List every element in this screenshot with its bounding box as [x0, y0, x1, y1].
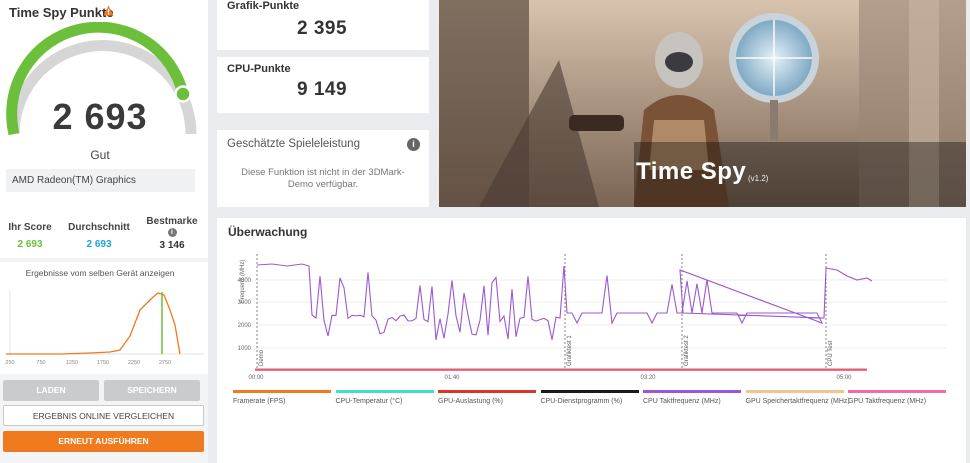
legend-label[interactable]: GPU Taktfrequenz (MHz) — [848, 398, 926, 405]
legend-swatch[interactable] — [438, 390, 536, 393]
distribution-tick-label: 2750 — [159, 360, 171, 366]
save-button[interactable]: SPEICHERN — [104, 380, 200, 401]
best-value: 3 146 — [159, 240, 185, 251]
legend-label[interactable]: CPU-Dienstprogramm (%) — [541, 398, 623, 405]
legend-label[interactable]: GPU-Auslastung (%) — [438, 398, 503, 405]
estimated-gaming-label: Geschätzte Spieleleistung — [227, 138, 360, 150]
legend-swatch[interactable] — [540, 390, 639, 393]
legend-label[interactable]: CPU Taktfrequenz (MHz) — [643, 398, 721, 405]
legend-label[interactable]: CPU-Temperatur (°C) — [336, 398, 403, 405]
legend-swatch[interactable] — [643, 390, 741, 393]
score-rating: Gut — [90, 148, 110, 162]
load-button[interactable]: LADEN — [3, 380, 99, 401]
legend-label[interactable]: Framerate (FPS) — [233, 398, 286, 405]
x-tick-label: 05:00 — [836, 375, 852, 381]
best-label: Bestmarke — [146, 216, 198, 227]
overall-score: 2 693 — [52, 96, 148, 137]
distribution-chart: 250 750 1250 1750 2250 2750 — [5, 290, 204, 366]
y-tick-label: 3000 — [238, 300, 252, 306]
x-tick-label: 00:00 — [248, 375, 264, 381]
test-marker-label: Grafiktest 1 — [567, 335, 573, 366]
info-icon[interactable]: i — [167, 228, 177, 237]
estimated-gaming-text-line1: Diese Funktion ist nicht in der 3DMark- — [241, 167, 405, 178]
cpu-score-label: CPU-Punkte — [227, 63, 291, 75]
y-tick-label: 2000 — [238, 323, 252, 329]
rerun-button[interactable]: ERNEUT AUSFÜHREN — [3, 431, 204, 452]
estimated-gaming-text: Diese Funktion ist nicht in der 3DMark- … — [227, 167, 419, 191]
gpu-name: AMD Radeon(TM) Graphics — [6, 169, 195, 192]
distribution-tick-label: 750 — [36, 360, 45, 366]
distribution-tick-label: 1750 — [97, 360, 109, 366]
your-score-value: 2 693 — [17, 239, 43, 250]
average-label: Durchschnitt — [68, 222, 130, 233]
legend-swatch[interactable] — [848, 390, 946, 393]
average-stat: Durchschnitt 2 693 — [66, 222, 132, 250]
score-sidebar: Time Spy Punkte 2 693 Gut AMD Radeon(TM)… — [0, 0, 208, 463]
graphics-score-value: 2 395 — [296, 18, 348, 39]
estimated-gaming-text-line2: Demo verfügbar. — [287, 179, 359, 190]
legend-swatch[interactable] — [335, 390, 434, 393]
graphics-score-label: Grafik-Punkte — [227, 0, 300, 12]
x-tick-label: 01:40 — [444, 375, 460, 381]
score-title: Time Spy Punkte — [9, 5, 114, 20]
warning-icon[interactable] — [103, 5, 114, 16]
average-value: 2 693 — [86, 239, 112, 250]
score-distribution: Ergebnisse vom selben Gerät anzeigen 250… — [0, 262, 208, 374]
your-score-stat: Ihr Score 2 693 — [4, 222, 56, 250]
best-stat: Bestmarke i 3 146 — [142, 216, 202, 251]
test-marker-label: CPU Test — [828, 340, 834, 366]
legend-swatch[interactable] — [745, 390, 844, 393]
test-marker-label: Grafiktest 2 — [684, 335, 690, 366]
legend-swatch[interactable] — [233, 390, 331, 393]
y-tick-label: 1000 — [238, 346, 252, 352]
cpu-score-card: CPU-Punkte 9 149 — [217, 57, 429, 113]
your-score-label: Ihr Score — [8, 222, 52, 233]
score-stats: Ihr Score 2 693 Durchschnitt 2 693 Bestm… — [0, 210, 208, 260]
distribution-link[interactable]: Ergebnisse vom selben Gerät anzeigen — [0, 268, 200, 278]
test-marker-label: Demo — [259, 349, 265, 366]
distribution-tick-label: 2250 — [128, 360, 140, 366]
hero-title: Time Spy — [636, 158, 747, 185]
info-icon[interactable]: i — [407, 138, 420, 151]
cpu-score-value: 9 149 — [296, 79, 348, 100]
compare-online-button[interactable]: ERGEBNIS ONLINE VERGLEICHEN — [3, 405, 204, 426]
distribution-tick-label: 250 — [5, 360, 14, 366]
legend-label[interactable]: GPU Speichertaktfrequenz (MHz) — [746, 398, 850, 405]
graphics-score-card: Grafik-Punkte 2 395 — [217, 0, 429, 50]
estimated-gaming-card: Geschätzte Spieleleistung i Diese Funkti… — [217, 130, 429, 207]
x-tick-label: 03:20 — [640, 375, 656, 381]
hero-version: (v1.2) — [748, 174, 769, 183]
y-tick-label: 4000 — [238, 278, 252, 284]
monitoring-chart: Demo Grafiktest 1 Grafiktest 2 CPU Test Fre… — [238, 254, 947, 381]
distribution-ticks: 250 750 1250 1750 2250 2750 — [5, 360, 171, 366]
distribution-tick-label: 1250 — [66, 360, 78, 366]
